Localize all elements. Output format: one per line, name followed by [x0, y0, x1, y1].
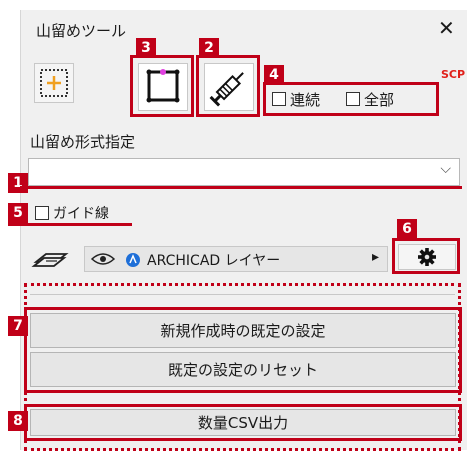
default-new-settings-button[interactable]: 新規作成時の既定の設定	[30, 313, 456, 348]
guide-line-checkbox[interactable]	[35, 206, 49, 220]
separator	[30, 294, 455, 295]
syringe-tool-button[interactable]	[204, 63, 254, 111]
annotation-line-1	[20, 186, 462, 189]
layer-name: ARCHICAD レイヤー	[147, 253, 281, 269]
close-icon[interactable]: ✕	[438, 18, 455, 38]
add-region-button[interactable]	[34, 63, 74, 103]
format-select[interactable]: ⌵	[28, 158, 460, 186]
eye-icon	[91, 253, 115, 265]
format-section-label: 山留め形式指定	[30, 133, 136, 151]
rectangle-select-icon	[146, 69, 180, 103]
renzoku-checkbox[interactable]	[272, 92, 286, 106]
gear-icon	[418, 248, 436, 266]
add-region-icon	[40, 69, 68, 97]
syringe-icon	[209, 72, 244, 107]
annotation-badge-6: 6	[397, 219, 417, 239]
zenbu-checkbox[interactable]	[346, 92, 360, 106]
submenu-arrow-icon: ▸	[372, 249, 380, 265]
renzoku-label: 連続	[290, 91, 321, 109]
csv-output-button[interactable]: 数量CSV出力	[30, 409, 456, 436]
chevron-down-icon: ⌵	[440, 161, 451, 177]
layers-icon	[31, 253, 69, 267]
window-title: 山留めツール	[36, 22, 127, 40]
layer-selector[interactable]: ARCHICAD レイヤー ▸	[84, 246, 388, 272]
zenbu-label: 全部	[364, 91, 395, 109]
annotation-badge-1: 1	[8, 173, 28, 193]
rectangle-select-button[interactable]	[138, 63, 188, 111]
annotation-badge-5: 5	[8, 203, 28, 223]
archicad-logo-icon	[126, 253, 140, 267]
reset-default-settings-button[interactable]: 既定の設定のリセット	[30, 352, 456, 387]
annotation-line-5	[8, 223, 132, 226]
scp-logo: SCP	[441, 68, 466, 81]
guide-line-label: ガイド線	[53, 206, 109, 222]
settings-button[interactable]	[398, 244, 456, 270]
